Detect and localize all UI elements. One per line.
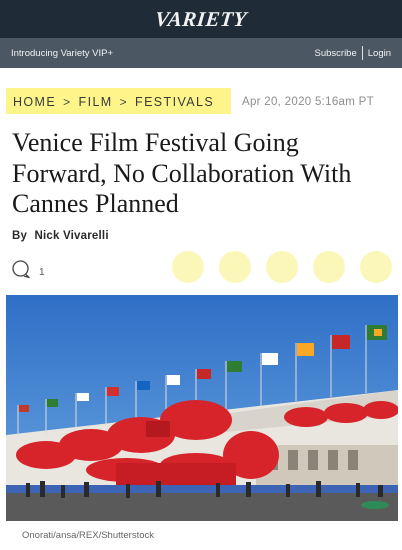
byline: By Nick Vivarelli xyxy=(12,230,109,242)
share-button[interactable] xyxy=(360,251,392,283)
article-title: Venice Film Festival Going Forward, No C… xyxy=(12,128,352,218)
article-hero-image xyxy=(6,295,398,521)
subscribe-link[interactable]: Subscribe xyxy=(315,48,357,59)
account-links: Subscribe Login xyxy=(315,46,391,60)
link-divider xyxy=(361,46,363,60)
breadcrumb-film[interactable]: FILM xyxy=(79,95,113,109)
breadcrumb-home[interactable]: HOME xyxy=(13,95,56,109)
vip-intro-link[interactable]: Introducing Variety VIP+ xyxy=(11,48,315,59)
login-link[interactable]: Login xyxy=(368,48,391,59)
breadcrumb-separator: > xyxy=(63,95,72,109)
vip-bar: Introducing Variety VIP+ Subscribe Login xyxy=(0,38,402,68)
share-button[interactable] xyxy=(219,251,251,283)
variety-logo[interactable]: Variety xyxy=(154,7,248,32)
breadcrumb-separator: > xyxy=(119,95,129,109)
share-button[interactable] xyxy=(266,251,298,283)
site-header: Variety xyxy=(0,0,402,38)
author-link[interactable]: Nick Vivarelli xyxy=(35,230,109,242)
byline-prefix: By xyxy=(12,230,28,242)
comment-count: 1 xyxy=(39,267,45,278)
publish-date: Apr 20, 2020 5:16am PT xyxy=(242,96,374,108)
image-credit: Onorati/ansa/REX/Shutterstock xyxy=(22,530,155,541)
breadcrumb-festivals[interactable]: FESTIVALS xyxy=(135,95,214,109)
comments-button[interactable]: 1 xyxy=(11,259,45,284)
share-button[interactable] xyxy=(172,251,204,283)
comment-icon xyxy=(11,259,31,284)
breadcrumb: HOME > FILM > FESTIVALS xyxy=(13,95,214,109)
share-button[interactable] xyxy=(313,251,345,283)
